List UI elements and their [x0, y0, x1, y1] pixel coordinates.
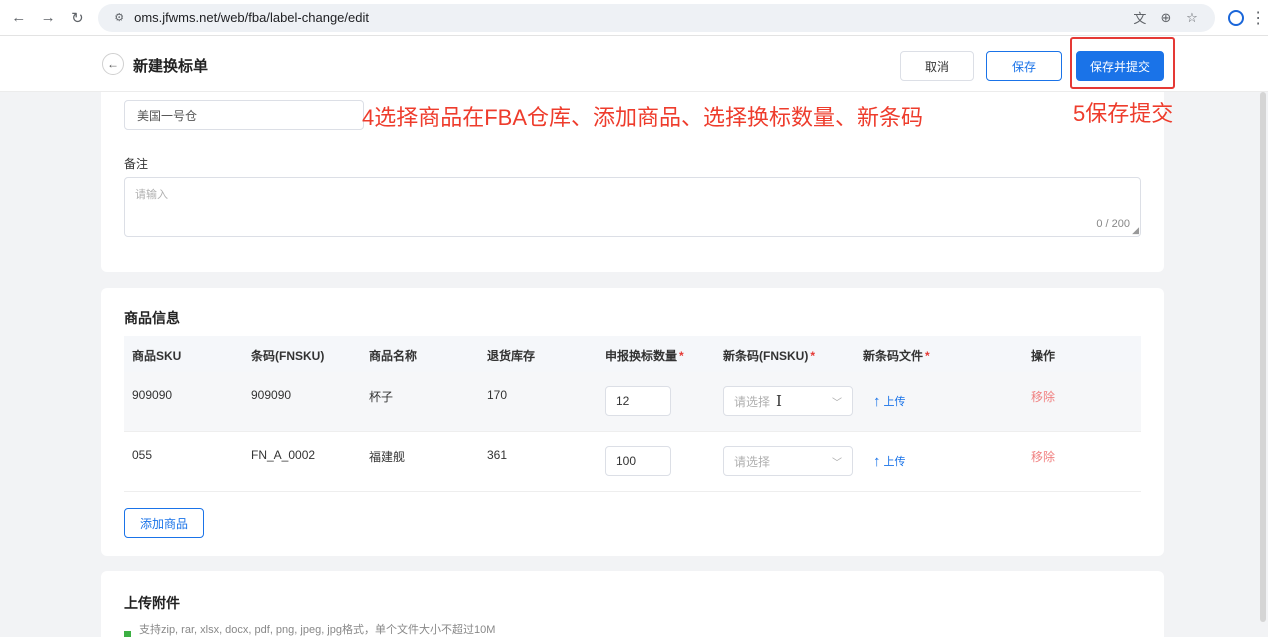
cell-name: 杯子	[369, 390, 394, 404]
select-placeholder: 请选择	[734, 394, 771, 409]
required-mark: *	[925, 349, 930, 363]
required-mark: *	[679, 349, 684, 363]
col-fnsku: 条码(FNSKU)	[251, 349, 325, 363]
col-new-fnsku-label: 新条码(FNSKU)	[723, 349, 809, 363]
col-qty-label: 申报换标数量	[605, 349, 678, 363]
col-qty: 申报换标数量 *	[605, 347, 684, 364]
reload-icon[interactable]: ↻	[63, 3, 92, 33]
address-bar[interactable]: ⚙ oms.jfwms.net/web/fba/label-change/edi…	[98, 3, 1215, 32]
col-action: 操作	[1031, 349, 1056, 363]
save-button[interactable]: 保存	[986, 51, 1062, 81]
translate-icon[interactable]: 文	[1127, 7, 1153, 29]
upload-label: 上传	[883, 456, 906, 468]
cell-fnsku: 909090	[251, 388, 292, 402]
cell-sku: 909090	[132, 388, 173, 402]
annotation-step-5: 5保存提交	[1073, 101, 1174, 126]
remark-label: 备注	[124, 157, 149, 171]
resize-handle-icon[interactable]: ◢	[1132, 226, 1139, 235]
goods-info-card: 商品信息 商品SKU 条码(FNSKU) 商品名称 退货库存 申报换标数量 * 新…	[101, 288, 1164, 556]
col-new-fnsku: 新条码(FNSKU) *	[723, 347, 815, 364]
col-sku: 商品SKU	[132, 349, 182, 363]
warehouse-select[interactable]: 美国一号仓	[124, 100, 364, 130]
attachment-card: 上传附件 支持zip, rar, xlsx, docx, pdf, png, j…	[101, 571, 1164, 637]
page-scrollbar[interactable]	[1260, 92, 1266, 622]
select-placeholder: 请选择	[734, 454, 771, 469]
browser-menu-icon[interactable]: ⋮	[1248, 5, 1268, 31]
qty-input[interactable]: 12	[605, 386, 671, 416]
new-fnsku-select[interactable]: 请选择 I ﹀	[723, 386, 853, 416]
upload-link[interactable]: ↑ 上传	[873, 393, 906, 409]
remove-link[interactable]: 移除	[1031, 388, 1055, 405]
chevron-down-icon: ﹀	[832, 458, 842, 469]
add-goods-button[interactable]: 添加商品	[124, 508, 204, 538]
attachment-title: 上传附件	[124, 595, 180, 611]
goods-table: 商品SKU 条码(FNSKU) 商品名称 退货库存 申报换标数量 * 新条码(FN…	[124, 336, 1141, 492]
site-info-icon[interactable]: ⚙	[108, 9, 130, 27]
goods-section-title: 商品信息	[124, 310, 180, 326]
zoom-icon[interactable]: ⊕	[1153, 7, 1179, 29]
submit-highlight-box	[1070, 37, 1175, 89]
table-row: 909090 909090 杯子 170 12 请选择 I ﹀ ↑ 上传 移除	[124, 372, 1141, 432]
col-new-file: 新条码文件 *	[863, 347, 930, 364]
page-title: 新建换标单	[133, 58, 209, 75]
col-stock: 退货库存	[487, 349, 536, 363]
cell-fnsku: FN_A_0002	[251, 448, 316, 462]
chevron-down-icon: ﹀	[832, 398, 842, 409]
back-arrow-icon[interactable]: ←	[4, 3, 33, 33]
remove-link[interactable]: 移除	[1031, 448, 1055, 465]
tip-marker-icon	[124, 631, 131, 637]
cell-name: 福建舰	[369, 450, 406, 464]
remark-char-count: 0 / 200	[1096, 218, 1130, 230]
browser-toolbar: ← → ↻ ⚙ oms.jfwms.net/web/fba/label-chan…	[0, 0, 1268, 36]
url-text: oms.jfwms.net/web/fba/label-change/edit	[134, 10, 369, 25]
upload-label: 上传	[883, 396, 906, 408]
cancel-button[interactable]: 取消	[900, 51, 974, 81]
upload-arrow-icon: ↑	[873, 392, 881, 410]
qty-input[interactable]: 100	[605, 446, 671, 476]
upload-link[interactable]: ↑ 上传	[873, 453, 906, 469]
attachment-tip: 支持zip, rar, xlsx, docx, pdf, png, jpeg, …	[139, 624, 496, 636]
new-fnsku-select[interactable]: 请选择 ﹀	[723, 446, 853, 476]
bookmark-star-icon[interactable]: ☆	[1179, 7, 1205, 29]
cell-stock: 170	[487, 388, 508, 402]
upload-arrow-icon: ↑	[873, 452, 881, 470]
cell-stock: 361	[487, 448, 508, 462]
remark-placeholder: 请输入	[135, 189, 168, 201]
profile-icon[interactable]	[1223, 5, 1248, 31]
back-icon[interactable]: ←	[102, 53, 124, 75]
col-new-file-label: 新条码文件	[863, 349, 924, 363]
table-header: 商品SKU 条码(FNSKU) 商品名称 退货库存 申报换标数量 * 新条码(FN…	[124, 336, 1141, 372]
cell-sku: 055	[132, 448, 153, 462]
required-mark: *	[810, 349, 815, 363]
annotation-step-4: 4选择商品在FBA仓库、添加商品、选择换标数量、新条码	[362, 105, 924, 130]
table-row: 055 FN_A_0002 福建舰 361 100 请选择 ﹀ ↑ 上传 移除	[124, 432, 1141, 492]
remark-textarea[interactable]: 请输入 0 / 200 ◢	[124, 177, 1141, 237]
text-cursor-icon: I	[776, 392, 782, 410]
forward-arrow-icon[interactable]: →	[33, 3, 62, 33]
col-name: 商品名称	[369, 349, 418, 363]
